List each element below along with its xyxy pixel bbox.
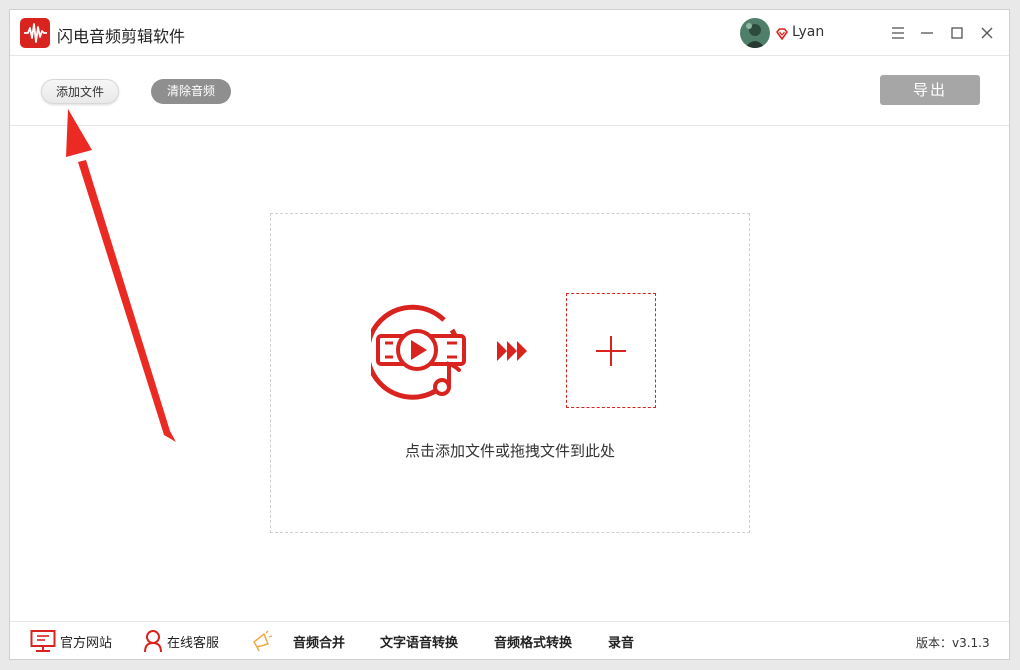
vip-diamond-icon (775, 26, 789, 40)
music-video-icon (365, 302, 471, 402)
app-window: 闪电音频剪辑软件 Lyan 添加文件 清除音频 导出 点击添加文件或拖拽文件到此… (9, 9, 1010, 660)
bottom-bar: 官方网站 在线客服 音频合并 文字语音转换 音频格式转换 录音 版本：v3.1.… (10, 621, 1009, 661)
menu-icon[interactable] (888, 23, 908, 43)
file-drop-zone[interactable]: 点击添加文件或拖拽文件到此处 (270, 213, 750, 533)
audio-merge-link[interactable]: 音频合并 (251, 622, 345, 660)
title-bar: 闪电音频剪辑软件 Lyan (10, 10, 1009, 56)
megaphone-icon (251, 630, 273, 652)
username[interactable]: Lyan (792, 24, 824, 40)
official-website-link[interactable]: 官方网站 (30, 622, 112, 660)
export-button[interactable]: 导出 (880, 75, 980, 105)
add-file-box[interactable] (566, 293, 656, 408)
app-logo-icon (20, 18, 50, 48)
add-file-button[interactable]: 添加文件 (41, 79, 119, 104)
version-label: 版本：v3.1.3 (916, 636, 990, 650)
text-to-speech-link[interactable]: 文字语音转换 (380, 622, 458, 660)
clear-audio-button[interactable]: 清除音频 (151, 79, 231, 104)
forward-arrows-icon (496, 339, 528, 363)
close-icon[interactable] (977, 23, 997, 43)
audio-format-convert-link[interactable]: 音频格式转换 (494, 622, 572, 660)
online-support-link[interactable]: 在线客服 (143, 622, 219, 660)
user-avatar[interactable] (740, 18, 770, 48)
plus-icon (596, 336, 626, 366)
app-title: 闪电音频剪辑软件 (57, 27, 186, 46)
toolbar: 添加文件 清除音频 导出 (10, 56, 1009, 126)
minimize-icon[interactable] (917, 23, 937, 43)
drop-hint-text: 点击添加文件或拖拽文件到此处 (404, 442, 615, 460)
maximize-icon[interactable] (947, 23, 967, 43)
record-link[interactable]: 录音 (608, 622, 634, 660)
person-icon (143, 629, 163, 653)
monitor-icon (30, 629, 56, 653)
